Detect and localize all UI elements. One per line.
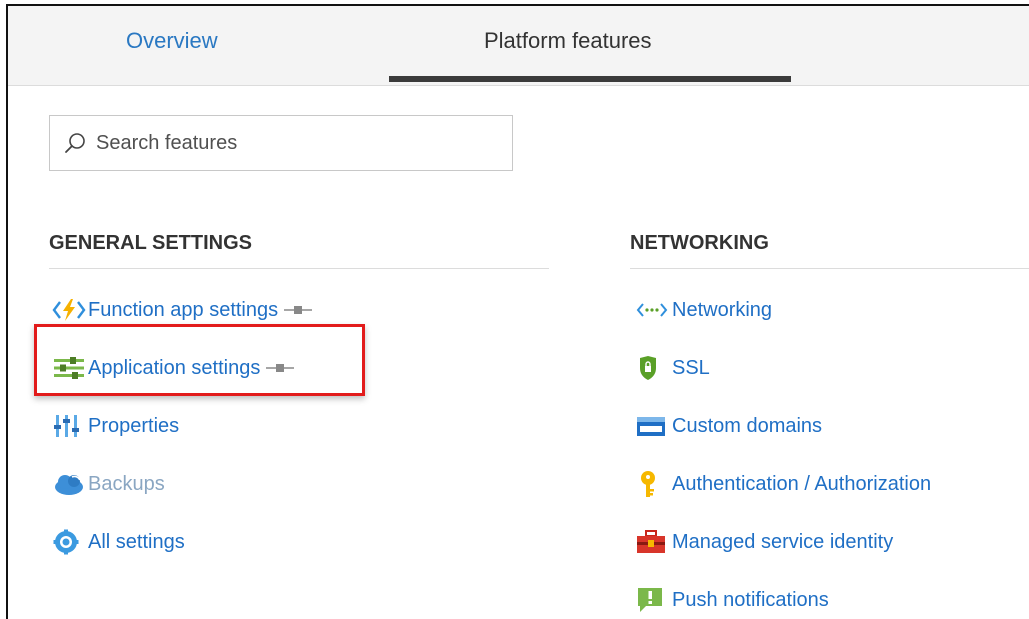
networking-icon [636, 295, 672, 325]
pin-icon[interactable] [284, 304, 313, 316]
highlight-box [34, 324, 365, 396]
backups-label: Backups [88, 472, 165, 495]
custom-domains-label: Custom domains [672, 414, 823, 437]
ssl-label: SSL [672, 356, 710, 379]
backups-icon [52, 469, 88, 499]
push-notifications-link[interactable]: Push notifications [636, 584, 829, 616]
custom-domains-link[interactable]: Custom domains [636, 410, 822, 442]
networking-link[interactable]: Networking [636, 294, 772, 326]
tab-bar: Overview Platform features [8, 6, 1029, 86]
properties-icon [52, 411, 88, 441]
tab-overview[interactable]: Overview [126, 28, 218, 54]
all-settings-label: All settings [88, 530, 185, 553]
function-app-settings-link[interactable]: Function app settings [52, 294, 313, 326]
authentication-authorization-label: Authentication / Authorization [672, 472, 932, 495]
ssl-link[interactable]: SSL [636, 352, 710, 384]
networking-heading: NETWORKING [630, 232, 769, 254]
toolbox-icon [636, 527, 672, 557]
function-app-settings-label: Function app settings [88, 298, 279, 321]
backups-link[interactable]: Backups [52, 468, 165, 500]
all-settings-icon [52, 527, 88, 557]
networking-label: Networking [672, 298, 773, 321]
general-settings-heading: GENERAL SETTINGS [49, 232, 252, 254]
managed-service-identity-label: Managed service identity [672, 530, 894, 553]
all-settings-link[interactable]: All settings [52, 526, 185, 558]
custom-domains-icon [636, 411, 672, 441]
authentication-authorization-link[interactable]: Authentication / Authorization [636, 468, 931, 500]
search-icon [65, 133, 85, 153]
push-notifications-icon [636, 585, 672, 615]
networking-divider [630, 268, 1029, 269]
general-settings-divider [49, 268, 549, 269]
function-app-icon [52, 295, 88, 325]
active-tab-indicator [389, 76, 791, 82]
properties-link[interactable]: Properties [52, 410, 179, 442]
ssl-shield-icon [636, 353, 672, 383]
managed-service-identity-link[interactable]: Managed service identity [636, 526, 893, 558]
search-box[interactable] [49, 115, 513, 171]
tab-platform-features[interactable]: Platform features [484, 28, 652, 54]
push-notifications-label: Push notifications [672, 588, 829, 611]
properties-label: Properties [88, 414, 180, 437]
platform-features-panel: Overview Platform features GENERAL SETTI… [6, 4, 1029, 619]
search-input[interactable] [96, 131, 496, 155]
key-icon [636, 469, 672, 499]
